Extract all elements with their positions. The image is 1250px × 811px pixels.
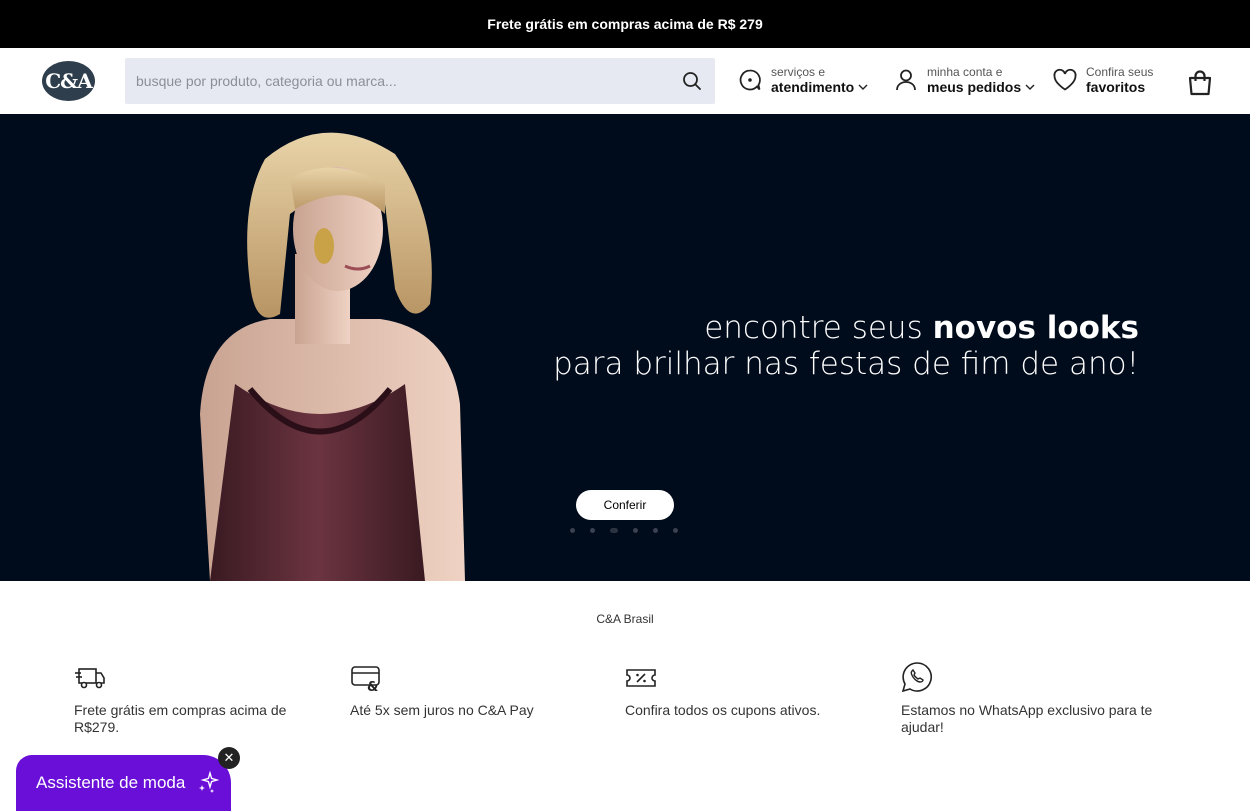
chevron-down-icon (858, 84, 868, 90)
logo[interactable]: C&A (42, 61, 95, 101)
chevron-down-icon (1025, 84, 1035, 90)
announcement-text: Frete grátis em compras acima de R$ 279 (487, 16, 763, 32)
search-bar (125, 58, 715, 104)
search-input[interactable] (125, 58, 669, 104)
favorites-small-label: Confira seus (1086, 65, 1154, 79)
hero-headline: encontre seus novos looks para brilhar n… (553, 310, 1139, 382)
svg-text:&: & (367, 680, 378, 692)
site-header: C&A serviços e atendimento minha conta e… (0, 48, 1250, 114)
benefit-text: Frete grátis em compras acima de R$279. (74, 702, 287, 735)
close-icon[interactable]: ✕ (218, 747, 240, 769)
whatsapp-icon (901, 662, 932, 693)
bag-icon[interactable] (1186, 69, 1214, 97)
heart-icon (1052, 67, 1078, 93)
chat-icon (737, 67, 763, 93)
model-image (200, 132, 465, 581)
sparkle-icon (199, 771, 220, 793)
benefit-item[interactable]: & Até 5x sem juros no C&A Pay (350, 662, 590, 719)
account-menu[interactable]: minha conta e meus pedidos (893, 60, 1035, 100)
carousel-dot-active[interactable] (610, 528, 618, 533)
carousel-dot[interactable] (590, 528, 595, 533)
brand-label: C&A Brasil (596, 612, 654, 626)
coupon-icon (626, 669, 656, 687)
carousel-dot[interactable] (633, 528, 638, 533)
account-small-label: minha conta e (927, 65, 1003, 79)
benefit-text: Estamos no WhatsApp exclusivo para te aj… (901, 702, 1153, 735)
service-menu[interactable]: serviços e atendimento (737, 60, 868, 100)
hero-cta-button[interactable]: Conferir (576, 490, 674, 520)
service-small-label: serviços e (771, 65, 826, 79)
service-label: atendimento (771, 79, 855, 95)
hero-banner[interactable]: encontre seus novos looks para brilhar n… (0, 114, 1250, 581)
benefit-item[interactable]: Estamos no WhatsApp exclusivo para te aj… (901, 662, 1161, 736)
favorites-link[interactable]: Confira seus favoritos (1052, 60, 1153, 100)
favorites-label: favoritos (1086, 79, 1146, 95)
benefit-item[interactable]: Confira todos os cupons ativos. (625, 662, 865, 719)
benefit-text: Confira todos os cupons ativos. (625, 702, 821, 718)
user-icon (893, 67, 919, 93)
account-label: meus pedidos (927, 79, 1022, 95)
card-icon: & (351, 666, 380, 695)
announcement-bar: Frete grátis em compras acima de R$ 279 (0, 0, 1250, 48)
carousel-dot[interactable] (653, 528, 658, 533)
fashion-assistant-button[interactable]: Assistente de moda (16, 755, 231, 811)
search-icon[interactable] (669, 58, 715, 104)
carousel-dot[interactable] (673, 528, 678, 533)
benefit-item[interactable]: Frete grátis em compras acima de R$279. (74, 662, 314, 736)
carousel-dots (570, 528, 693, 533)
benefit-text: Até 5x sem juros no C&A Pay (350, 702, 534, 718)
delivery-truck-icon (75, 668, 105, 689)
assistant-label: Assistente de moda (36, 773, 186, 792)
carousel-dot[interactable] (570, 528, 575, 533)
